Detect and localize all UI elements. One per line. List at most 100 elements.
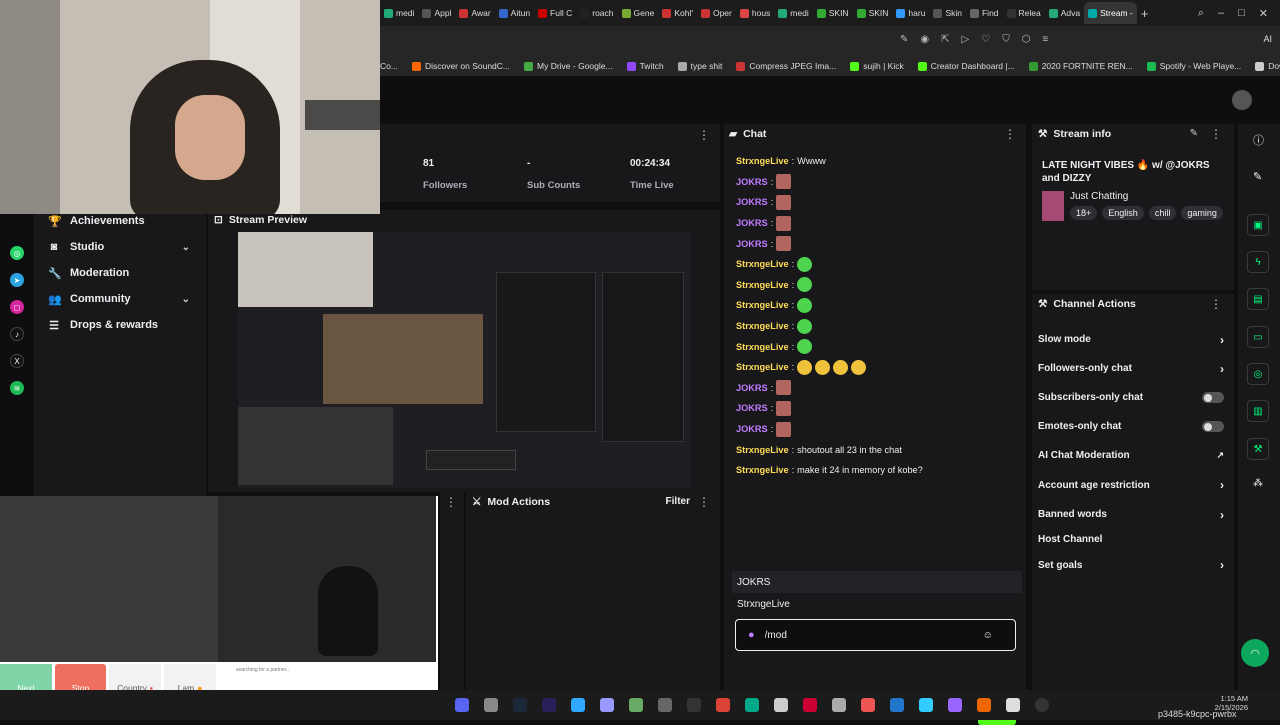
chevron-down-icon[interactable]: ⌄ — [182, 294, 190, 305]
emoji-icon[interactable]: ☺ — [983, 630, 993, 641]
cat-emote-icon[interactable] — [851, 359, 867, 375]
channel-action-item[interactable]: Followers-only chat › — [1038, 354, 1234, 383]
mention-suggestion[interactable]: StrxngeLive — [732, 593, 1022, 615]
app-icon[interactable] — [745, 698, 759, 712]
picture-emote-icon[interactable] — [776, 380, 792, 396]
picture-emote-icon[interactable] — [776, 400, 792, 416]
browser-tab[interactable]: Skin — [929, 2, 966, 24]
chat-username[interactable]: StrxngeLive — [736, 280, 789, 290]
cat-emote-icon[interactable] — [833, 359, 849, 375]
channel-action-item[interactable]: Slow mode › — [1038, 325, 1234, 354]
picture-emote-icon[interactable] — [776, 174, 792, 190]
info-icon[interactable]: ⓘ — [1253, 132, 1264, 148]
green-emote-icon[interactable] — [797, 339, 813, 355]
layout-icon[interactable]: ▥ — [1247, 400, 1269, 422]
green-emote-icon[interactable] — [797, 256, 813, 272]
browser-tab[interactable]: Stream - — [1084, 2, 1137, 24]
lightning-icon[interactable]: ϟ — [1247, 251, 1269, 273]
cat-emote-icon[interactable] — [797, 359, 813, 375]
browser-tab[interactable]: Full C — [534, 2, 576, 24]
picture-emote-icon[interactable] — [776, 194, 792, 210]
chat-input-box[interactable]: ● ☺ — [735, 619, 1016, 651]
hub-icon[interactable]: ⁂ — [1253, 478, 1263, 489]
mod-kebab-icon[interactable]: ⋮ — [698, 495, 710, 509]
app-icon[interactable] — [919, 698, 933, 712]
chevron-down-icon[interactable]: ⌄ — [182, 242, 190, 253]
chevron-right-icon[interactable]: › — [1220, 558, 1224, 572]
clipboard-icon[interactable]: ▤ — [1247, 288, 1269, 310]
green-emote-icon[interactable] — [797, 318, 813, 334]
whatsapp-icon[interactable]: ◎ — [10, 246, 24, 260]
bookmark-item[interactable]: Creator Dashboard |... — [917, 61, 1015, 71]
chat-username[interactable]: JOKRS — [736, 383, 768, 393]
app-icon[interactable] — [890, 698, 904, 712]
channel-action-item[interactable]: Banned words › — [1038, 500, 1234, 529]
app-icon[interactable] — [861, 698, 875, 712]
extensions-icon[interactable]: ⬡ — [1022, 34, 1031, 45]
share-icon[interactable]: ⇱ — [941, 34, 949, 45]
mention-suggestion[interactable]: JOKRS — [732, 571, 1022, 593]
browser-tab[interactable]: Gene — [618, 2, 659, 24]
browser-tab[interactable]: medi — [774, 2, 812, 24]
stream-info-kebab-icon[interactable]: ⋮ — [1210, 127, 1222, 141]
browser-tab[interactable]: Awar — [455, 2, 494, 24]
stream-tag[interactable]: gaming — [1181, 206, 1223, 220]
chat-username[interactable]: JOKRS — [736, 177, 768, 187]
toggle-switch[interactable] — [1202, 421, 1224, 432]
app-icon[interactable] — [977, 698, 991, 712]
bookmark-item[interactable]: sujih | Kick — [850, 61, 904, 71]
sidebar-item[interactable]: 🔧 Moderation — [48, 260, 206, 286]
chat-username[interactable]: StrxngeLive — [736, 445, 789, 455]
channel-action-item[interactable]: Account age restriction › — [1038, 470, 1234, 500]
external-link-icon[interactable]: ↗ — [1216, 450, 1224, 461]
new-tab-icon[interactable]: + — [1141, 6, 1149, 21]
side-kebab-icon[interactable]: ⋮ — [445, 495, 457, 509]
instagram-icon[interactable]: ◻ — [10, 300, 24, 314]
obs-icon[interactable] — [1035, 698, 1049, 712]
app-icon[interactable] — [629, 698, 643, 712]
chat-username[interactable]: JOKRS — [736, 218, 768, 228]
stream-manager-icon[interactable]: ▣ — [1247, 214, 1269, 236]
browser-tab[interactable]: medi — [380, 2, 418, 24]
edit-icon[interactable]: ✎ — [900, 34, 908, 45]
chevron-right-icon[interactable]: › — [1220, 478, 1224, 492]
telegram-icon[interactable]: ➤ — [10, 273, 24, 287]
close-window-icon[interactable]: ✕ — [1259, 7, 1268, 20]
sidebar-item[interactable]: ◙ Studio ⌄ — [48, 234, 206, 260]
x-icon[interactable]: X — [10, 354, 24, 368]
green-emote-icon[interactable] — [797, 297, 813, 313]
pencil-icon[interactable]: ✎ — [1253, 170, 1262, 183]
browser-tab[interactable]: SKIN — [853, 2, 893, 24]
channel-actions-kebab-icon[interactable]: ⋮ — [1210, 297, 1222, 311]
discord-icon[interactable] — [455, 698, 469, 712]
browser-tab[interactable]: hous — [736, 2, 774, 24]
picture-emote-icon[interactable] — [776, 215, 792, 231]
stream-tag[interactable]: 18+ — [1070, 206, 1098, 220]
chat-username[interactable]: StrxngeLive — [736, 321, 789, 331]
browser-tab[interactable]: roach — [576, 2, 617, 24]
chat-username[interactable]: StrxngeLive — [736, 300, 789, 310]
chat-username[interactable]: StrxngeLive — [736, 259, 789, 269]
app-icon[interactable] — [1006, 698, 1020, 712]
chevron-right-icon[interactable]: › — [1220, 362, 1224, 376]
stream-tag[interactable]: English — [1102, 206, 1144, 220]
channel-action-item[interactable]: Host Channel — [1038, 529, 1234, 550]
shield-icon[interactable]: ⛉ — [1002, 34, 1010, 45]
chat-username[interactable]: StrxngeLive — [736, 362, 789, 372]
cat-emote-icon[interactable] — [815, 359, 831, 375]
chat-username[interactable]: JOKRS — [736, 239, 768, 249]
mod-filter-button[interactable]: Filter — [666, 496, 690, 507]
message-icon[interactable]: ▭ — [1247, 326, 1269, 348]
bookmark-item[interactable]: Twitch — [626, 61, 664, 71]
chat-username[interactable]: StrxngeLive — [736, 342, 789, 352]
steam-icon[interactable] — [513, 698, 527, 712]
browser-tab[interactable]: Find — [966, 2, 1003, 24]
photoshop-icon[interactable] — [571, 698, 585, 712]
chat-input[interactable] — [764, 629, 975, 641]
play-icon[interactable]: ▷ — [962, 34, 970, 45]
browser-tab[interactable]: Oper — [697, 2, 736, 24]
maximize-icon[interactable]: □ — [1238, 7, 1245, 19]
menu-icon[interactable]: ≡ — [1042, 34, 1048, 45]
tiktok-icon[interactable]: ♪ — [10, 327, 24, 341]
browser-tab[interactable]: Kohl' — [658, 2, 697, 24]
